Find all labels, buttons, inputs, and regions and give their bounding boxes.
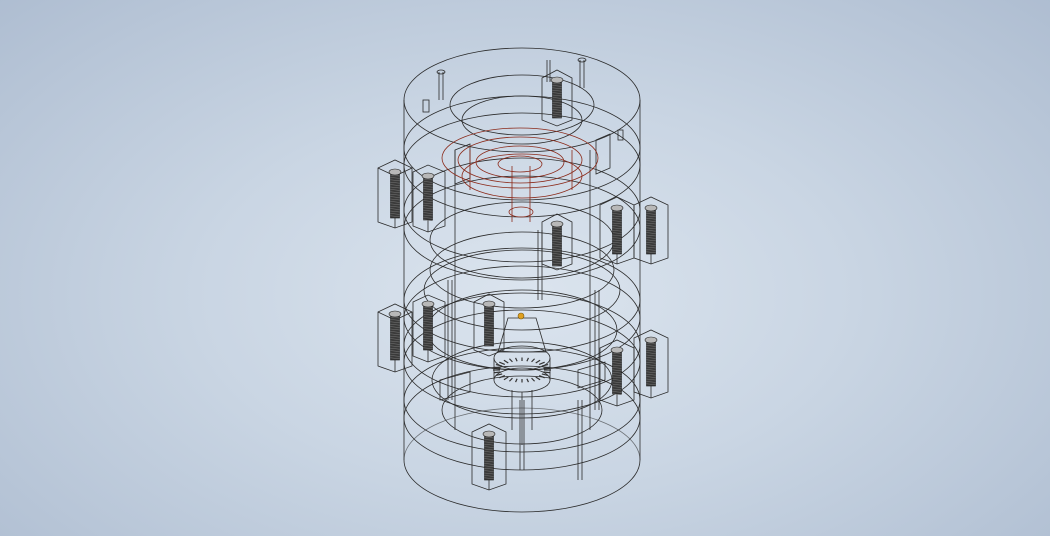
inner-ring-c xyxy=(429,201,615,279)
outer-cylinder-bottom xyxy=(403,459,641,513)
cylinder-assembly[interactable] xyxy=(377,47,669,513)
bolt-right-lower-1 xyxy=(610,346,624,396)
cad-viewport[interactable] xyxy=(0,0,1050,536)
bolt-inner-left xyxy=(482,300,496,347)
bracket-right xyxy=(577,361,606,389)
top-pin-3 xyxy=(577,57,587,88)
bolt-right-lower-2 xyxy=(644,336,658,387)
bolt-left-lower-1 xyxy=(388,310,402,361)
plate-ring-1 xyxy=(403,95,641,201)
plate-ring-2 xyxy=(403,112,641,218)
cad-model-wireframe[interactable] xyxy=(0,0,1050,536)
bolt-left-lower-2 xyxy=(421,300,435,351)
cavity-insert-highlight[interactable] xyxy=(441,127,599,222)
bolt-mid-center xyxy=(550,220,564,267)
socket-head-bolts[interactable] xyxy=(388,76,658,481)
bolt-right-upper-1 xyxy=(610,204,624,255)
bolt-left-upper-2 xyxy=(421,172,435,222)
top-pin-1 xyxy=(436,69,446,100)
bolt-top-center xyxy=(550,76,564,119)
top-pin-4 xyxy=(546,60,551,82)
nozzle-cone xyxy=(497,317,547,353)
origin-marker xyxy=(517,312,525,320)
bolt-bottom xyxy=(482,430,496,481)
plate-ring-3 xyxy=(403,157,641,263)
inner-ring-d xyxy=(429,231,615,309)
bolt-right-upper-2 xyxy=(644,204,658,255)
top-pin-2 xyxy=(422,99,430,113)
cavity-sprue-end xyxy=(508,206,534,218)
cavity-ring-3 xyxy=(475,145,565,179)
bolt-left-upper-1 xyxy=(388,168,402,219)
